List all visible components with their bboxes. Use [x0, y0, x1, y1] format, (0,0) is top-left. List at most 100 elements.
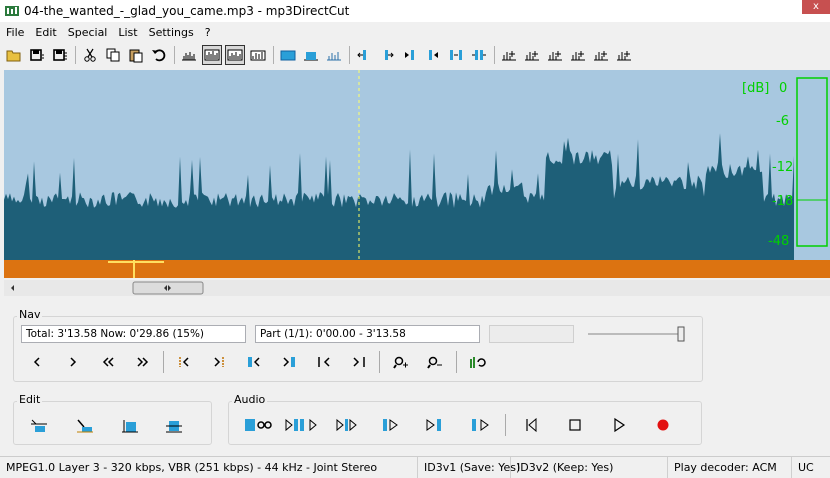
menu-list[interactable]: List: [112, 26, 142, 39]
view-mode-4-button[interactable]: [248, 45, 268, 65]
edit-button-3[interactable]: [119, 415, 141, 437]
double-chevron-left-icon: [102, 357, 114, 367]
copy-icon: [106, 48, 120, 62]
play-from-start-button[interactable]: [520, 414, 542, 436]
play-after-cut-icon: [472, 419, 489, 431]
copy-button[interactable]: [103, 45, 123, 65]
play-from-cut-button[interactable]: [380, 414, 406, 436]
nav-separator: [163, 351, 164, 373]
edit-button-1[interactable]: [28, 415, 50, 437]
select-part-button[interactable]: [301, 45, 321, 65]
play-selection-button[interactable]: [284, 414, 322, 436]
selection-start-icon: [179, 357, 189, 367]
play-loop-button[interactable]: [244, 414, 276, 436]
goto-end-button-nav[interactable]: [348, 351, 370, 373]
expand-selection-button[interactable]: [469, 45, 489, 65]
record-button[interactable]: [652, 414, 674, 436]
menu-file[interactable]: File: [0, 26, 29, 39]
goto-begin-button[interactable]: [400, 45, 420, 65]
stop-icon: [569, 419, 581, 431]
time-readout: Total: 3'13.58 Now: 0'29.86 (15%): [21, 325, 246, 343]
zoom-in-button[interactable]: [390, 351, 412, 373]
play-button[interactable]: [608, 414, 630, 436]
goto-selection-end-button[interactable]: [208, 351, 230, 373]
goto-selection-start-button[interactable]: [173, 351, 195, 373]
paste-icon: [129, 49, 143, 63]
view-mode-1-button[interactable]: [179, 45, 199, 65]
volume-slider[interactable]: [586, 324, 688, 344]
goto-start-button[interactable]: [313, 351, 335, 373]
volume-button-5[interactable]: [591, 45, 611, 65]
menu-edit[interactable]: Edit: [29, 26, 61, 39]
edit-button-4[interactable]: [163, 415, 185, 437]
select-none-button[interactable]: [324, 45, 344, 65]
set-begin-icon: [357, 50, 366, 60]
waveform-view-icon: [227, 49, 243, 61]
skip-back-icon: [526, 417, 537, 433]
goto-begin-icon: [405, 50, 414, 60]
menu-bar: File Edit Special List Settings ?: [0, 23, 830, 41]
play-to-cut-button[interactable]: [335, 414, 361, 436]
goto-end-button[interactable]: [423, 45, 443, 65]
menu-settings[interactable]: Settings: [143, 26, 199, 39]
toolbar-separator: [494, 46, 495, 64]
play-after-cut-button[interactable]: [469, 414, 495, 436]
select-all-button[interactable]: [278, 45, 298, 65]
cut-button[interactable]: [80, 45, 100, 65]
volume-button-1[interactable]: [499, 45, 519, 65]
undo-icon: [152, 49, 166, 62]
undo-button[interactable]: [149, 45, 169, 65]
window-title: 04-the_wanted_-_glad_you_came.mp3 - mp3D…: [24, 4, 350, 18]
db-tick-label: -6: [776, 114, 789, 129]
close-button[interactable]: x: [802, 0, 830, 14]
zoom-out-button[interactable]: [424, 351, 446, 373]
selection-none-icon: [327, 52, 341, 61]
fast-back-button[interactable]: [97, 351, 119, 373]
volume-button-3[interactable]: [545, 45, 565, 65]
nav-separator: [379, 351, 380, 373]
reset-zoom-button[interactable]: [466, 351, 488, 373]
view-mode-2-button[interactable]: [202, 45, 222, 65]
edit-button-2[interactable]: [74, 415, 96, 437]
volume-button-4[interactable]: [568, 45, 588, 65]
paste-button[interactable]: [126, 45, 146, 65]
waveform-view-icon: [182, 52, 196, 61]
save-selection-button[interactable]: [50, 45, 70, 65]
waveform-display[interactable]: [dB] 0 -6 -12 -18 -48: [4, 70, 830, 260]
scroll-left-icon[interactable]: [11, 285, 14, 291]
menu-special[interactable]: Special: [62, 26, 113, 39]
back-button[interactable]: [26, 351, 48, 373]
play-before-cut-button[interactable]: [424, 414, 450, 436]
view-mode-3-button[interactable]: [225, 45, 245, 65]
save-button[interactable]: [27, 45, 47, 65]
shrink-selection-button[interactable]: [446, 45, 466, 65]
volume-change-icon: [548, 51, 562, 61]
menu-help[interactable]: ?: [199, 26, 216, 39]
volume-button-2[interactable]: [522, 45, 542, 65]
set-begin-button[interactable]: [354, 45, 374, 65]
cut-to-cue-icon: [31, 419, 47, 432]
open-button[interactable]: [4, 45, 24, 65]
play-to-cut-icon: [336, 418, 357, 432]
folder-open-icon: [6, 50, 21, 62]
id3v1-status: ID3v1 (Save: Yes): [418, 457, 520, 478]
fast-forward-button[interactable]: [132, 351, 154, 373]
toolbar-separator: [273, 46, 274, 64]
cue-split-icon: [166, 421, 182, 433]
audio-group-title: Audio: [232, 393, 268, 406]
set-end-button[interactable]: [377, 45, 397, 65]
forward-button[interactable]: [62, 351, 84, 373]
horizontal-scrollbar[interactable]: [4, 280, 830, 296]
stop-button[interactable]: [564, 414, 586, 436]
goto-prev-cut-button[interactable]: [243, 351, 265, 373]
db-tick-label: -12: [772, 160, 793, 175]
volume-button-6[interactable]: [614, 45, 634, 65]
cut-marker-bar[interactable]: [4, 260, 830, 278]
goto-next-cut-button[interactable]: [278, 351, 300, 373]
id3v2-status: ID3v2 (Keep: Yes): [511, 457, 668, 478]
waveform-view-icon: [204, 49, 220, 61]
selection-icon: [280, 50, 296, 61]
toolbar-separator: [174, 46, 175, 64]
volume-slider-thumb[interactable]: [677, 326, 685, 342]
format-info: MPEG1.0 Layer 3 - 320 kbps, VBR (251 kbp…: [0, 457, 418, 478]
